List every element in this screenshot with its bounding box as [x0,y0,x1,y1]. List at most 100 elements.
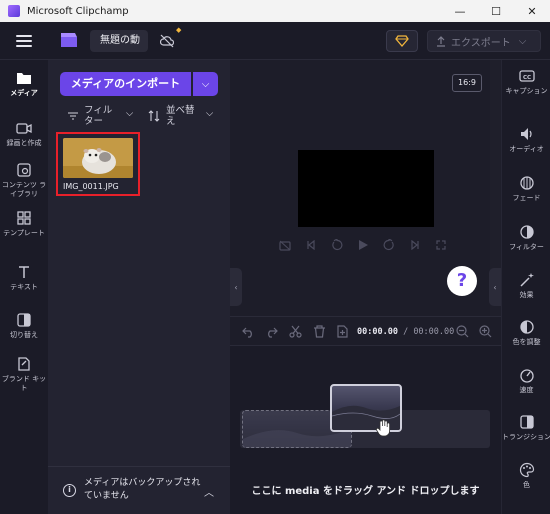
import-dropdown-button[interactable]: ⌵ [193,72,218,96]
rnav-label-color-adjust: 色を調整 [512,338,541,346]
filter-lines-icon [68,112,78,120]
color-adjust-icon [519,320,534,334]
redo-icon[interactable] [265,325,278,338]
nav-item-media[interactable]: メディア [0,70,48,98]
aspect-ratio-button[interactable]: 16:9 [452,74,482,92]
media-file-name: IMG_0011.JPG [63,182,119,191]
chevron-down-icon: ⌵ [126,108,134,119]
media-item[interactable]: IMG_0011.JPG [56,132,140,196]
project-name-field[interactable]: 無題の動 [90,30,148,52]
skip-back-icon[interactable] [304,238,318,252]
skip-forward-icon[interactable] [408,238,422,252]
menu-icon[interactable] [16,35,32,47]
rnav-item-fade[interactable]: フェード [502,175,550,203]
nav-item-record[interactable]: 録画と作成 [0,120,48,148]
rnav-label-captions: キャプション [505,87,548,95]
nav-item-text[interactable]: テキスト [0,264,48,292]
rnav-item-color[interactable]: 色 [502,462,550,490]
preview-area: 16:9 ? [230,60,490,316]
collapse-left-panel-handle[interactable]: ‹ [230,268,242,306]
timecode: 00:00.00 / 00:00.00 [357,327,454,337]
close-button[interactable]: ✕ [514,0,550,22]
rnav-label-audio: オーディオ [509,145,544,153]
nav-item-transitions[interactable]: 切り替え [0,312,48,340]
rnav-item-audio[interactable]: オーディオ [502,126,550,154]
premium-button[interactable] [386,30,418,52]
screenshot-icon[interactable] [278,238,292,252]
nav-label-transitions: 切り替え [10,331,38,339]
nav-item-brand-kit[interactable]: ブランド キット [0,356,48,393]
palette-icon [519,462,534,478]
library-icon [17,163,31,177]
right-properties-panel: CC キャプション オーディオ フェード フィルター 効果 色を調整 速度 トラ… [501,60,550,514]
nav-item-templates[interactable]: テンプレート [0,210,48,238]
filter-button[interactable]: フィルター ⌵ [68,104,138,128]
minimize-button[interactable]: — [442,0,478,22]
collapse-right-panel-handle[interactable]: ‹ [489,268,501,306]
hamster-photo [63,138,133,178]
import-media-button[interactable]: メディアのインポート [60,72,191,96]
rnav-item-speed[interactable]: 速度 [502,367,550,395]
transition-icon [519,415,534,429]
nav-label-brand-kit: ブランド キット [1,375,47,392]
left-navigation: メディア 録画と作成 コンテンツ ライブラリ テンプレート テキスト 切り替え … [0,60,48,514]
window-titlebar: Microsoft Clipchamp — ☐ ✕ [0,0,550,22]
chevron-down-icon: ⌵ [206,108,214,119]
media-panel: メディアのインポート ⌵ フィルター ⌵ 並べ替え ⌵ IMG_0011.JPG [48,60,230,514]
playback-controls [278,237,448,253]
nav-item-library[interactable]: コンテンツ ライブラリ [0,162,48,199]
timeline-area[interactable]: ここに media をドラッグ アンド ドロップします [230,346,501,514]
app-topbar: 無題の動 ◆ エクスポート ⌵ [0,22,550,60]
transitions-icon [17,313,31,327]
rnav-label-color: 色 [523,481,530,489]
sort-label: 並べ替え [166,105,195,127]
rnav-item-captions[interactable]: CC キャプション [502,68,550,96]
nav-label-library: コンテンツ ライブラリ [1,181,47,198]
export-button[interactable]: エクスポート ⌵ [427,30,541,52]
zoom-out-icon[interactable] [456,325,469,338]
drop-hint-text: ここに media をドラッグ アンド ドロップします [251,486,480,497]
chevron-up-icon[interactable]: ︿ [204,484,214,499]
maximize-button[interactable]: ☐ [478,0,514,22]
camera-icon [16,123,32,134]
rnav-item-color-adjust[interactable]: 色を調整 [502,319,550,347]
rewind-5-icon[interactable] [330,238,344,252]
grab-hand-icon [376,419,390,437]
rnav-item-effects[interactable]: 効果 [502,272,550,300]
text-icon [19,266,29,278]
rnav-label-transition: トランジション [502,433,550,441]
sort-icon [148,110,160,122]
zoom-in-icon[interactable] [479,325,492,338]
total-time: / 00:00.00 [403,327,455,337]
diamond-icon [395,35,409,47]
cloud-off-icon[interactable] [160,34,174,48]
trash-icon[interactable] [313,325,326,338]
media-thumbnail [63,138,133,178]
fade-icon [519,176,534,190]
info-icon: i [63,484,76,497]
help-button[interactable]: ? [447,266,477,296]
add-media-icon[interactable] [336,325,349,338]
forward-5-icon[interactable] [382,238,396,252]
clapperboard-icon [61,33,77,47]
rnav-label-filter: フィルター [509,243,544,251]
captions-icon: CC [518,70,535,82]
fullscreen-icon[interactable] [434,238,448,252]
app-logo-icon [8,5,20,17]
svg-text:CC: CC [522,75,530,81]
rnav-item-transition[interactable]: トランジション [502,414,550,442]
folder-icon [17,73,31,84]
current-time: 00:00.00 [357,327,398,337]
nav-label-text: テキスト [10,283,38,291]
templates-icon [17,211,31,225]
scissors-icon[interactable] [289,325,302,338]
play-icon[interactable] [356,238,370,252]
undo-icon[interactable] [242,325,255,338]
sort-button[interactable]: 並べ替え ⌵ [148,104,220,128]
magic-wand-icon [519,273,534,287]
video-canvas [298,150,434,227]
rnav-item-filter[interactable]: フィルター [502,224,550,252]
rnav-label-speed: 速度 [519,386,534,394]
filter-icon [519,225,534,239]
backup-text: メディアはバックアップされていません [84,478,201,501]
